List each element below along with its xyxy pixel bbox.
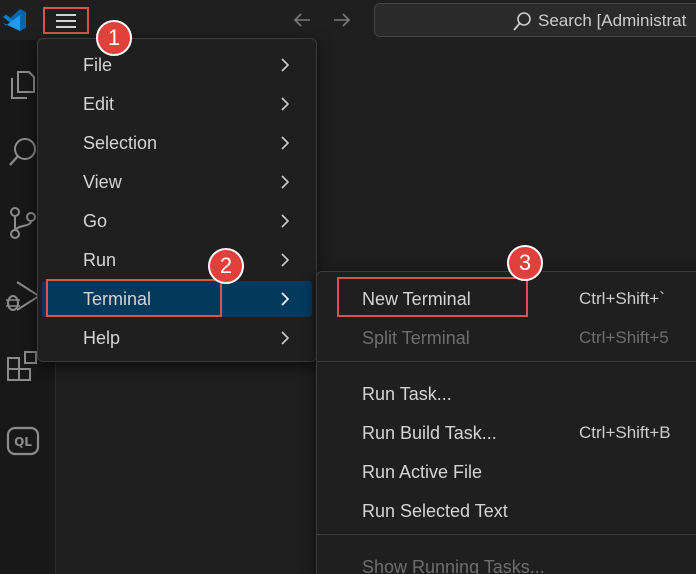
submenu-item-shortcut: Ctrl+Shift+B	[579, 423, 671, 442]
menu-item-label: Selection	[83, 133, 158, 153]
step-badge-3: 3	[507, 245, 543, 281]
step-badge-1: 1	[96, 20, 132, 56]
submenu-item-label: Show Running Tasks...	[362, 557, 545, 574]
submenu-item-shortcut: Ctrl+Shift+`	[579, 289, 665, 308]
svg-text:QL: QL	[14, 435, 32, 449]
menu-item-label: View	[83, 172, 122, 192]
menu-item-go[interactable]: Go	[42, 203, 312, 239]
chevron-right-icon	[281, 331, 290, 345]
submenu-item-label: Run Task...	[362, 384, 452, 404]
terminal-highlight-box	[46, 279, 222, 317]
menu-icon	[56, 13, 76, 28]
submenu-item-show-running-tasks: Show Running Tasks...	[317, 549, 696, 574]
menu-item-label: Edit	[83, 94, 115, 114]
chevron-right-icon	[281, 136, 290, 150]
menu-item-selection[interactable]: Selection	[42, 125, 312, 161]
menu-item-label: Help	[83, 328, 121, 348]
chevron-right-icon	[281, 175, 290, 189]
menu-item-edit[interactable]: Edit	[42, 86, 312, 122]
submenu-item-run-active-file[interactable]: Run Active File	[317, 454, 696, 490]
new-terminal-highlight-box	[337, 277, 528, 317]
application-menu-button[interactable]	[43, 7, 89, 34]
vscode-logo-icon	[3, 9, 26, 31]
chevron-right-icon	[281, 97, 290, 111]
submenu-item-label: Run Build Task...	[362, 423, 497, 443]
menu-item-view[interactable]: View	[42, 164, 312, 200]
menu-item-file[interactable]: File	[42, 47, 312, 83]
chevron-right-icon	[281, 58, 290, 72]
menu-item-label: Run	[83, 250, 117, 270]
chevron-right-icon	[281, 253, 290, 267]
submenu-item-run-task[interactable]: Run Task...	[317, 376, 696, 412]
search-text: Search [Administrat	[538, 11, 687, 30]
submenu-item-run-build-task[interactable]: Run Build Task... Ctrl+Shift+B	[317, 415, 696, 451]
submenu-item-run-selected-text[interactable]: Run Selected Text	[317, 493, 696, 529]
submenu-item-split-terminal: Split Terminal Ctrl+Shift+5	[317, 320, 696, 356]
step-badge-2: 2	[208, 248, 244, 284]
menu-item-run[interactable]: Run	[42, 242, 312, 278]
chevron-right-icon	[281, 292, 290, 306]
menu-item-label: Go	[83, 211, 108, 231]
submenu-item-shortcut: Ctrl+Shift+5	[579, 328, 669, 347]
submenu-item-label: Split Terminal	[362, 328, 470, 348]
command-center-search[interactable]: Search [Administrat	[374, 3, 696, 37]
submenu-item-label: Run Active File	[362, 462, 483, 482]
submenu-item-label: Run Selected Text	[362, 501, 508, 521]
search-icon	[513, 12, 531, 31]
ql-icon[interactable]: QL	[3, 422, 43, 462]
menu-item-label: File	[83, 55, 113, 75]
arrow-right-icon[interactable]	[330, 8, 354, 32]
arrow-left-icon[interactable]	[290, 8, 314, 32]
submenu-separator	[317, 534, 696, 535]
submenu-separator	[317, 361, 696, 362]
menu-item-help[interactable]: Help	[42, 320, 312, 356]
chevron-right-icon	[281, 214, 290, 228]
